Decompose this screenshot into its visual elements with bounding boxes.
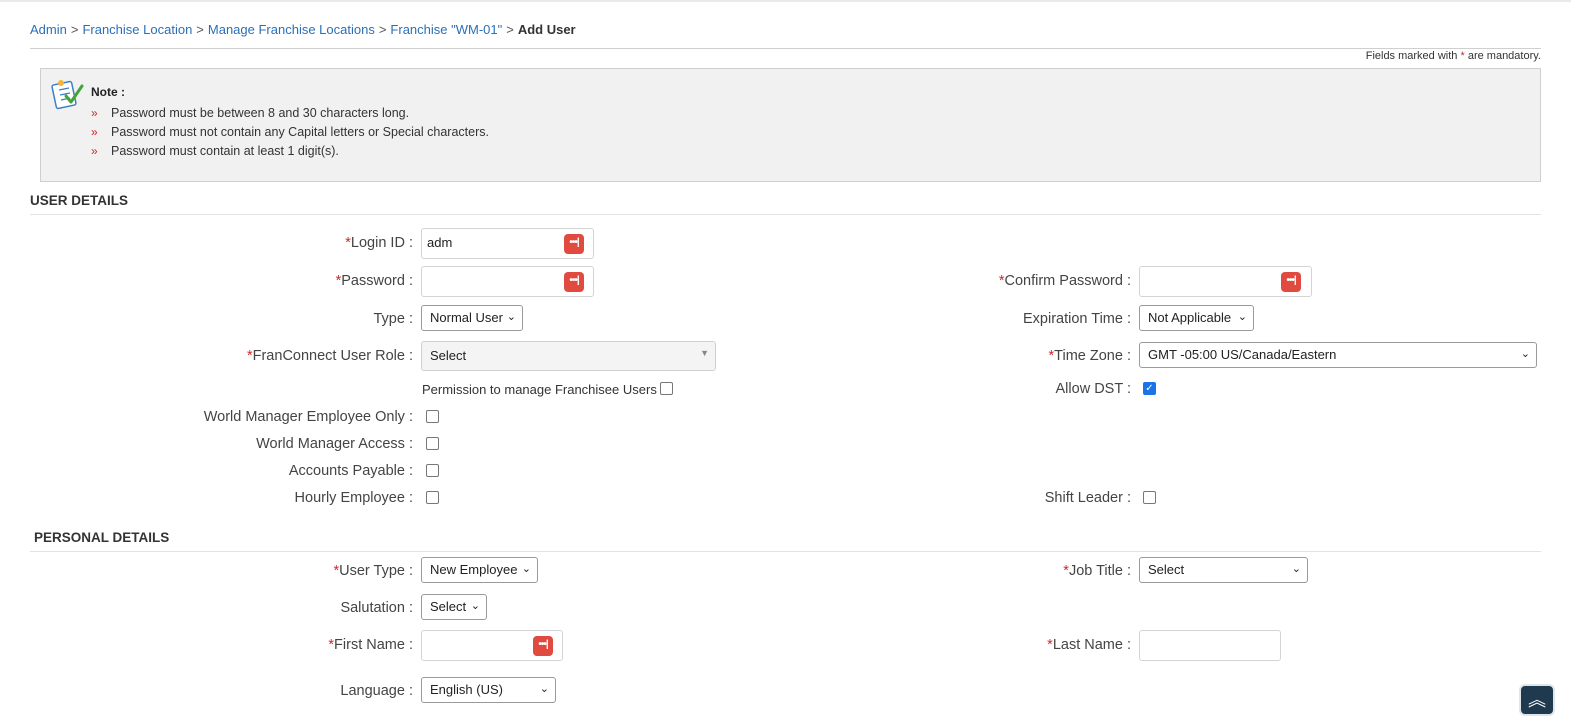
user-role-label-text: FranConnect User Role : [252,348,413,364]
last-name-label-text: Last Name : [1052,637,1131,653]
note-bullet: » [91,144,98,158]
shift-leader-checkbox[interactable] [1143,491,1156,504]
time-zone-select[interactable]: GMT -05:00 US/Canada/Eastern ⌄ [1139,342,1537,368]
type-select-value: Normal User [430,310,503,325]
password-note-box: Note : » Password must be between 8 and 3… [40,68,1541,182]
user-details-title: USER DETAILS [30,193,129,208]
shift-leader-label: Shift Leader : [1044,490,1131,506]
password-key-icon[interactable]: •••| [533,636,553,656]
allow-dst-checkbox[interactable]: ✓ [1143,382,1156,395]
language-select[interactable]: English (US) ⌄ [421,677,556,703]
chevron-down-icon: ⌄ [1520,348,1530,360]
job-title-select[interactable]: Select ⌄ [1139,557,1308,583]
password-key-icon[interactable]: •••| [564,272,584,292]
user-type-select-value: New Employee [430,562,518,577]
wm-employee-only-checkbox[interactable] [426,410,439,423]
last-name-label: *Last Name : [1047,637,1131,653]
wm-employee-only-label: World Manager Employee Only : [203,409,413,425]
user-role-select[interactable]: Select ▼ [421,341,716,371]
personal-details-title: PERSONAL DETAILS [34,530,170,545]
note-list: » Password must be between 8 and 30 chara… [91,104,489,161]
first-name-label: *First Name : [328,637,413,653]
confirm-password-label: *Confirm Password : [999,273,1131,289]
note-checklist-icon [51,80,84,110]
breadcrumb-franchise-location-link[interactable]: Franchise Location [82,22,192,37]
mandatory-prefix: Fields marked with [1365,50,1458,62]
personal-details-divider [30,551,1541,552]
chevron-down-icon: ⌄ [521,563,531,575]
type-label: Type : [373,311,414,327]
note-bullet: » [91,125,98,139]
note-item: » Password must be between 8 and 30 chara… [91,104,489,123]
time-zone-select-value: GMT -05:00 US/Canada/Eastern [1148,347,1337,362]
salutation-select[interactable]: Select ⌄ [421,594,487,620]
breadcrumb-franchise-wm01-link[interactable]: Franchise "WM-01" [390,22,502,37]
login-id-label-text: Login ID : [350,235,413,251]
user-type-label: *User Type : [333,563,413,579]
chevron-down-icon: ⌄ [1237,311,1247,323]
user-type-select[interactable]: New Employee ⌄ [421,557,538,583]
confirm-password-label-text: Confirm Password : [1004,273,1131,289]
breadcrumb-separator: > [70,22,79,37]
chevron-down-icon: ⌄ [539,683,549,695]
note-item-text: Password must not contain any Capital le… [111,125,489,139]
password-key-icon[interactable]: •••| [1281,272,1301,292]
wm-access-label: World Manager Access : [256,436,413,452]
time-zone-label-text: Time Zone : [1054,348,1131,364]
required-star: * [1460,50,1465,62]
note-item: » Password must contain at least 1 digit(… [91,142,489,161]
permission-label: Permission to manage Franchisee Users [422,382,657,397]
expiration-time-label: Expiration Time : [1023,311,1131,327]
chevron-down-icon: ⌄ [1291,563,1301,575]
breadcrumb-admin-link[interactable]: Admin [30,22,67,37]
hourly-employee-label: Hourly Employee : [294,490,413,506]
job-title-select-value: Select [1148,562,1185,577]
note-item-text: Password must contain at least 1 digit(s… [111,144,339,158]
password-key-icon[interactable]: •••| [564,234,584,254]
breadcrumb-separator: > [378,22,387,37]
wm-access-checkbox[interactable] [426,437,439,450]
caret-down-icon: ▼ [700,348,709,358]
language-select-value: English (US) [430,682,503,697]
permission-checkbox[interactable] [660,382,673,395]
mandatory-fields-note: Fields marked with * are mandatory. [1366,50,1541,62]
note-title: Note : [91,85,125,99]
job-title-label: *Job Title : [1063,563,1131,579]
header-divider [30,48,1541,49]
password-label-text: Password : [341,273,413,289]
breadcrumb: Admin > Franchise Location > Manage Franchis… [30,22,576,37]
note-item-text: Password must be between 8 and 30 charac… [111,106,410,120]
chevron-down-icon: ⌄ [506,311,516,323]
user-role-label: *FranConnect User Role : [247,348,413,364]
last-name-input[interactable] [1139,630,1281,661]
chevron-down-icon: ⌄ [470,600,480,612]
accounts-payable-label: Accounts Payable : [288,463,413,479]
job-title-label-text: Job Title : [1068,563,1131,579]
breadcrumb-separator: > [506,22,514,37]
hourly-employee-checkbox[interactable] [426,491,439,504]
time-zone-label: *Time Zone : [1049,348,1131,364]
password-label: *Password : [336,273,413,289]
breadcrumb-current: Add User [517,22,576,37]
note-bullet: » [91,106,98,120]
accounts-payable-checkbox[interactable] [426,464,439,477]
note-item: » Password must not contain any Capital l… [91,123,489,142]
salutation-label: Salutation : [340,600,413,616]
user-role-select-value: Select [430,348,467,363]
breadcrumb-separator: > [196,22,204,37]
language-label: Language : [340,683,413,699]
allow-dst-label: Allow DST : [1055,381,1131,397]
mandatory-suffix: are mandatory. [1467,50,1541,62]
top-divider [0,0,1571,2]
user-type-label-text: User Type : [339,563,413,579]
expiration-time-select[interactable]: Not Applicable ⌄ [1139,305,1254,331]
first-name-label-text: First Name : [334,637,413,653]
user-details-divider [30,214,1541,215]
expiration-time-select-value: Not Applicable [1148,310,1232,325]
type-select[interactable]: Normal User ⌄ [421,305,523,331]
salutation-select-value: Select [430,599,467,614]
scroll-to-top-icon[interactable]: ︽ [1519,684,1555,716]
login-id-label: *Login ID : [345,235,413,251]
breadcrumb-manage-franchise-locations-link[interactable]: Manage Franchise Locations [208,22,375,37]
